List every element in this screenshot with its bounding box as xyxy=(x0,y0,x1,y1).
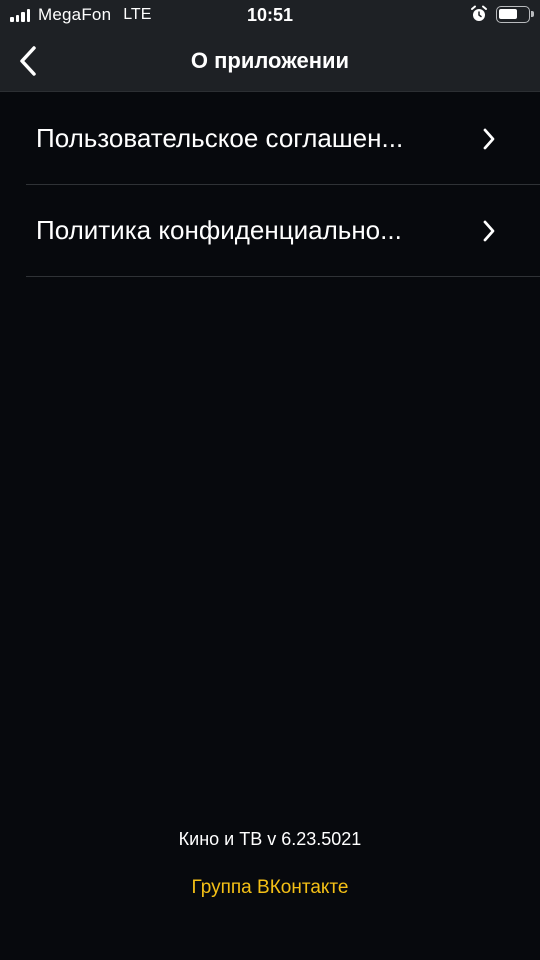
alarm-clock-icon xyxy=(471,5,487,21)
chevron-right-icon xyxy=(483,220,495,242)
menu-list: Пользовательское соглашен... Политика ко… xyxy=(26,93,540,277)
status-time: 10:51 xyxy=(246,5,294,25)
page-title: О приложении xyxy=(190,48,350,73)
about-screen: MegaFon LTE 10:51 О приложении Пользоват… xyxy=(0,0,540,960)
menu-item-privacy-policy[interactable]: Политика конфиденциально... xyxy=(26,185,540,277)
navigation-bar: О приложении xyxy=(0,30,540,92)
menu-item-label: Политика конфиденциально... xyxy=(36,215,402,245)
app-version: Кино и ТВ v 6.23.5021 xyxy=(178,829,362,849)
status-right xyxy=(470,5,534,23)
chevron-right-icon xyxy=(483,128,495,150)
menu-item-user-agreement[interactable]: Пользовательское соглашен... xyxy=(26,93,540,185)
menu-item-label: Пользовательское соглашен... xyxy=(36,123,404,153)
status-bar: MegaFon LTE 10:51 xyxy=(0,0,540,30)
battery-icon xyxy=(496,5,534,23)
vk-group-link[interactable]: Группа ВКонтакте xyxy=(0,877,540,899)
